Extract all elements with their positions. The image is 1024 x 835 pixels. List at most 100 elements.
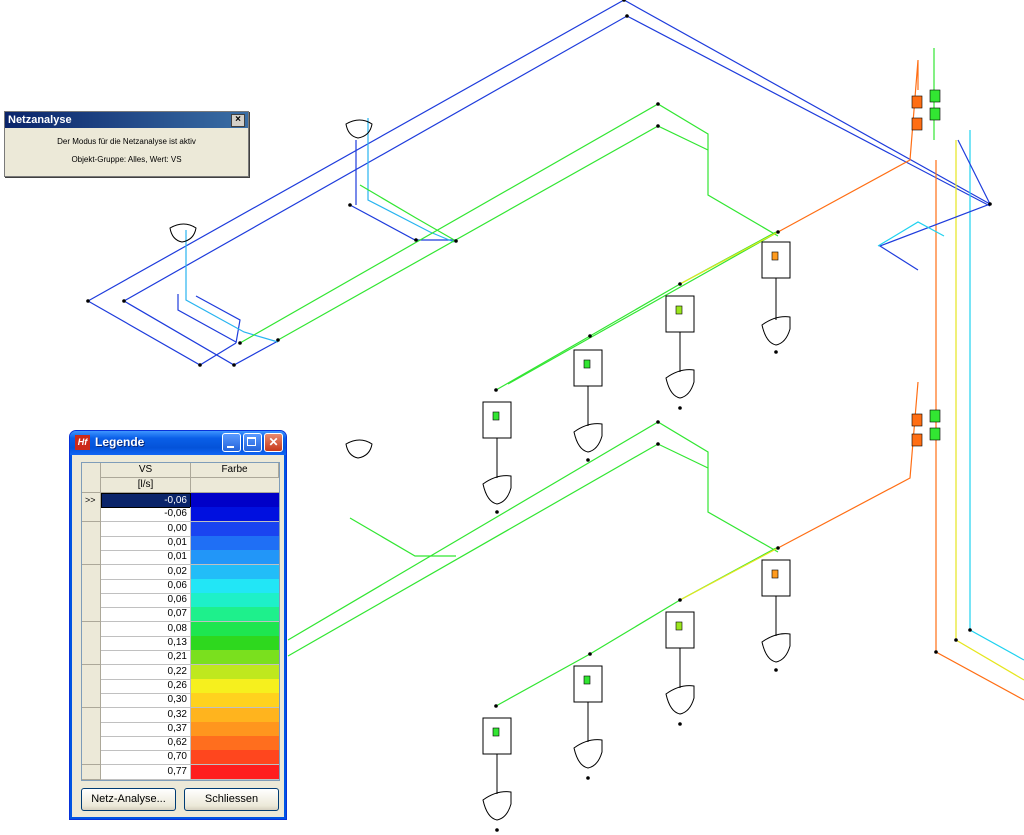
maximize-button[interactable] [243,433,262,452]
legend-row[interactable]: 0,08 [82,621,279,637]
row-selector[interactable] [82,750,101,766]
legend-color-swatch[interactable] [191,535,279,551]
legend-color-swatch[interactable] [191,550,279,566]
legend-color-swatch[interactable] [191,593,279,609]
legend-color-swatch[interactable] [191,578,279,594]
legend-row[interactable]: 0,37 [82,721,279,737]
pipe-node [122,299,126,303]
schliessen-button[interactable]: Schliessen [184,788,279,811]
row-selector[interactable] [82,636,101,651]
legend-value[interactable]: 0,00 [101,521,191,537]
legend-value[interactable]: 0,01 [101,535,191,551]
row-selector[interactable] [82,650,101,666]
legend-value[interactable]: 0,37 [101,721,191,737]
legend-color-swatch[interactable] [191,521,279,537]
pipe-lightblue [185,230,279,343]
legend-row[interactable]: >> -0,06 [82,493,279,508]
row-selector[interactable] [82,507,101,523]
legend-color-swatch[interactable] [191,507,279,523]
legend-row[interactable]: 0,07 [82,607,279,623]
row-selector[interactable] [82,535,101,551]
legend-color-swatch[interactable] [191,564,279,580]
pipe-yellow-lower [679,547,779,601]
column-header-vs[interactable]: VS [101,463,191,478]
legend-color-swatch[interactable] [191,678,279,694]
legend-value[interactable]: 0,01 [101,550,191,566]
row-selector[interactable] [82,607,101,623]
legend-value[interactable]: -0,06 [101,507,191,523]
row-selector[interactable] [82,578,101,594]
legend-value[interactable]: -0,06 [101,493,191,508]
legend-value[interactable]: 0,77 [101,764,191,780]
legend-value[interactable]: 0,26 [101,678,191,694]
netz-analyse-button[interactable]: Netz-Analyse... [81,788,176,811]
legend-row[interactable]: 0,32 [82,707,279,723]
pipe-node [988,202,992,206]
pipe-node [678,406,682,410]
legend-row[interactable]: 0,02 [82,564,279,580]
pipe-node [656,124,660,128]
legend-value[interactable]: 0,07 [101,607,191,623]
legend-value[interactable]: 0,21 [101,650,191,666]
legend-row[interactable]: 0,26 [82,678,279,694]
legend-value[interactable]: 0,06 [101,578,191,594]
row-selector[interactable]: >> [82,493,101,508]
legend-value[interactable]: 0,06 [101,593,191,609]
pipe-blue-inner [123,15,991,302]
legend-color-swatch[interactable] [191,707,279,723]
legend-value[interactable]: 0,32 [101,707,191,723]
legend-row[interactable]: -0,06 [82,507,279,523]
legend-value[interactable]: 0,02 [101,564,191,580]
legend-row[interactable]: 0,77 [82,764,279,780]
close-button[interactable]: ✕ [264,433,283,452]
legend-value[interactable]: 0,30 [101,693,191,709]
legend-value[interactable]: 0,62 [101,736,191,752]
legend-row[interactable]: 0,13 [82,636,279,651]
legend-value[interactable]: 0,13 [101,636,191,651]
row-selector[interactable] [82,693,101,709]
row-selector[interactable] [82,764,101,780]
legend-value[interactable]: 0,08 [101,621,191,637]
pipe-node [954,638,958,642]
legend-color-swatch[interactable] [191,664,279,680]
valve-box [929,427,941,441]
legend-color-swatch[interactable] [191,650,279,666]
column-header-farbe[interactable]: Farbe [191,463,279,478]
legend-color-swatch[interactable] [191,736,279,752]
legend-color-swatch[interactable] [191,693,279,709]
row-selector[interactable] [82,707,101,723]
minimize-button[interactable] [222,433,241,452]
row-selector[interactable] [82,550,101,566]
legend-color-swatch[interactable] [191,636,279,651]
legend-value[interactable]: 0,70 [101,750,191,766]
row-selector[interactable] [82,593,101,609]
legend-color-swatch[interactable] [191,750,279,766]
legend-row[interactable]: 0,70 [82,750,279,766]
row-selector[interactable] [82,621,101,637]
legend-color-swatch[interactable] [191,493,279,508]
legend-color-swatch[interactable] [191,607,279,623]
row-selector[interactable] [82,678,101,694]
row-selector[interactable] [82,664,101,680]
close-icon[interactable]: × [231,114,245,127]
legend-row[interactable]: 0,21 [82,650,279,666]
legend-row[interactable]: 0,06 [82,593,279,609]
legend-color-swatch[interactable] [191,721,279,737]
row-selector[interactable] [82,521,101,537]
legend-color-swatch[interactable] [191,764,279,780]
legend-value[interactable]: 0,22 [101,664,191,680]
legend-row[interactable]: 0,00 [82,521,279,537]
pipe-node [414,238,418,242]
legend-row[interactable]: 0,30 [82,693,279,709]
legend-row[interactable]: 0,01 [82,550,279,566]
row-selector[interactable] [82,721,101,737]
legend-row[interactable]: 0,22 [82,664,279,680]
legend-row[interactable]: 0,62 [82,736,279,752]
row-selector[interactable] [82,736,101,752]
pipe-node [968,628,972,632]
legend-row[interactable]: 0,06 [82,578,279,594]
legende-titlebar[interactable]: Hf Legende ✕ [70,431,286,455]
legend-color-swatch[interactable] [191,621,279,637]
legend-row[interactable]: 0,01 [82,535,279,551]
row-selector[interactable] [82,564,101,580]
